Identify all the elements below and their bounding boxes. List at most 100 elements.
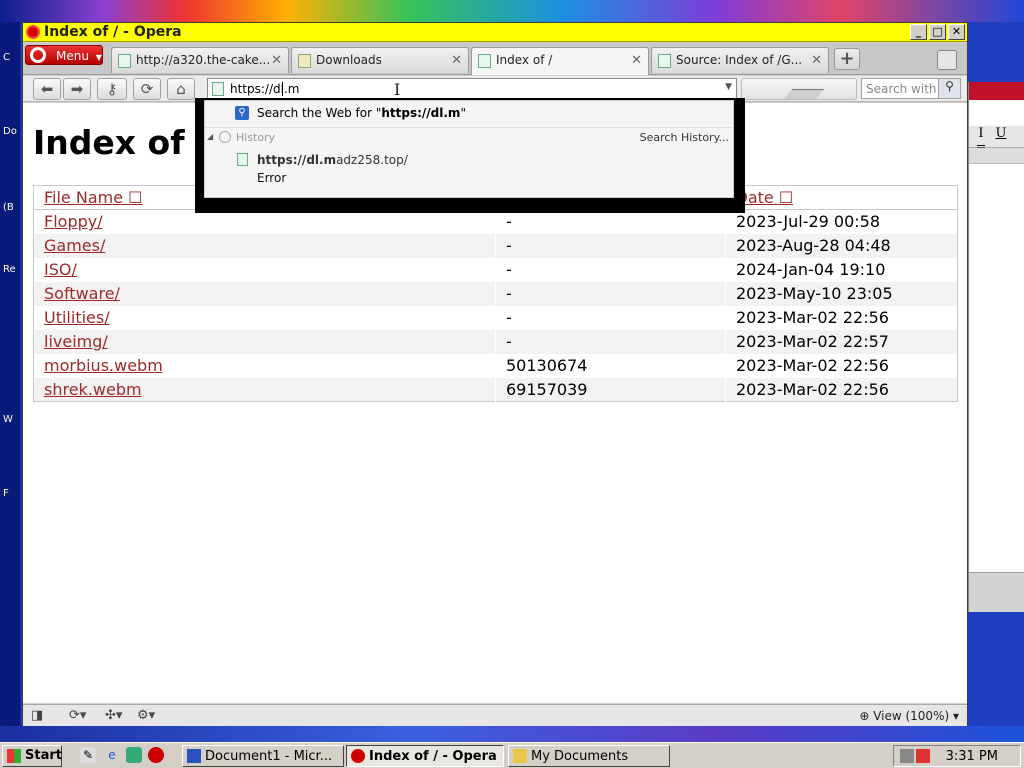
tab-index-of[interactable]: Index of / ✕ [471, 47, 649, 75]
desktop-icon-label[interactable]: Re [3, 264, 16, 275]
tab-source[interactable]: Source: Index of /G... ✕ [651, 47, 829, 73]
file-link[interactable]: Software/ [44, 284, 120, 303]
close-tab-icon[interactable]: ✕ [451, 53, 462, 68]
tab-downloads[interactable]: Downloads ✕ [291, 47, 469, 73]
clock-icon [219, 131, 231, 143]
opera-menu-button[interactable]: Menu ▼ [25, 45, 103, 65]
desktop-icon-label[interactable]: Do [3, 126, 17, 137]
opera-logo-icon [30, 47, 46, 63]
file-link[interactable]: liveimg/ [44, 332, 108, 351]
new-tab-button[interactable]: + [834, 48, 860, 70]
file-link[interactable]: Utilities/ [44, 308, 110, 327]
file-size-cell: - [506, 260, 512, 279]
file-link[interactable]: shrek.webm [44, 380, 142, 399]
background-status-area [969, 572, 1024, 612]
file-link[interactable]: Floppy/ [44, 212, 103, 231]
file-link[interactable]: morbius.webm [44, 356, 163, 375]
close-button[interactable]: ✕ [948, 24, 965, 40]
desktop-icon-label[interactable]: F [3, 488, 9, 499]
clock[interactable]: 3:31 PM [946, 749, 998, 764]
ibeam-cursor-icon: I [394, 80, 401, 99]
opera-quicklaunch-icon[interactable] [148, 747, 164, 763]
sync-icon[interactable]: ⟳▾ [69, 708, 86, 723]
file-size-cell: - [495, 233, 726, 258]
file-date-cell: 2023-May-10 23:05 [725, 281, 958, 306]
file-date-cell: 2023-Aug-28 04:48 [725, 233, 958, 258]
network-icon[interactable] [900, 749, 914, 763]
search-input[interactable]: Search with ⚲ [861, 78, 961, 99]
minimize-button[interactable]: _ [910, 24, 927, 40]
close-tab-icon[interactable]: ✕ [631, 53, 642, 68]
reload-button[interactable]: ⟳ [133, 78, 161, 100]
status-bar: ◨ ⟳▾ ✣▾ ⚙▾ ⊕ View (100%) ▾ [23, 704, 967, 726]
underline-button[interactable]: U [993, 126, 1009, 141]
opera-tray-icon[interactable] [916, 749, 930, 763]
media-icon[interactable] [126, 747, 142, 763]
page-icon [118, 54, 131, 68]
file-date-cell: 2023-Mar-02 22:56 [725, 305, 958, 330]
word-icon [187, 749, 201, 763]
file-size-cell: - [506, 308, 512, 327]
file-name-cell: liveimg/ [33, 329, 496, 354]
speed-dial-button[interactable] [741, 78, 857, 100]
task-my-documents[interactable]: My Documents [508, 745, 670, 767]
tab-label: Downloads [316, 53, 382, 67]
tab-a320[interactable]: http://a320.the-cake... ✕ [111, 47, 289, 73]
column-header-date[interactable]: Date ☐ [725, 185, 958, 210]
file-name-cell: Utilities/ [33, 305, 496, 330]
windows-logo-icon [7, 749, 21, 763]
page-icon [237, 153, 248, 166]
text-caret [282, 82, 283, 96]
tab-label: Source: Index of /G... [676, 53, 803, 67]
background-ruler [969, 148, 1024, 164]
file-name-cell: Games/ [33, 233, 496, 258]
close-tab-icon[interactable]: ✕ [271, 53, 282, 68]
history-label: History [236, 131, 276, 144]
search-history-link[interactable]: Search History... [640, 131, 729, 144]
titlebar[interactable]: Index of / - Opera _ □ ✕ [23, 23, 967, 42]
italic-button[interactable]: I [973, 126, 989, 141]
chevron-down-icon[interactable]: ▼ [725, 82, 732, 92]
file-link[interactable]: ISO/ [44, 260, 77, 279]
panel-toggle-icon[interactable]: ◨ [31, 708, 43, 723]
history-section-header[interactable]: ◢ History Search History... [205, 127, 733, 147]
show-desktop-icon[interactable]: ✎ [80, 747, 96, 763]
file-link[interactable]: Games/ [44, 236, 105, 255]
close-tab-icon[interactable]: ✕ [811, 53, 822, 68]
trash-icon[interactable] [937, 50, 957, 70]
search-icon: ⚲ [235, 106, 249, 120]
search-placeholder: Search with [866, 82, 937, 96]
start-button[interactable]: Start [2, 745, 62, 767]
tab-bar: Menu ▼ http://a320.the-cake... ✕ Downloa… [23, 43, 967, 75]
file-size-cell: 50130674 [506, 356, 588, 375]
key-icon[interactable]: ⚷ [97, 78, 127, 100]
sort-by-name-link[interactable]: File Name ☐ [44, 188, 143, 207]
search-web-suggestion[interactable]: ⚲ Search the Web for "https://dl.m" [205, 101, 733, 125]
table-row: liveimg/ -2023-Mar-02 22:57 [33, 329, 958, 354]
desktop-icon-label[interactable]: C [3, 52, 10, 63]
search-icon[interactable]: ⚲ [938, 79, 960, 98]
forward-button[interactable]: ➡ [63, 78, 91, 100]
internet-explorer-icon[interactable]: e [104, 747, 120, 763]
table-row: shrek.webm 69157039 2023-Mar-02 22:56 [33, 377, 958, 402]
file-listing-table: File Name ☐ Date ☐ Floppy/-2023-Jul-29 0… [33, 185, 958, 402]
zoom-control[interactable]: ⊕ View (100%) ▾ [859, 709, 959, 723]
table-row: ISO/ - 2024-Jan-04 19:10 [33, 257, 958, 282]
folder-icon [513, 749, 527, 763]
task-opera[interactable]: Index of / - Opera [346, 745, 504, 767]
page-icon [478, 54, 491, 68]
desktop-icon-label[interactable]: (B [3, 202, 14, 213]
maximize-button[interactable]: □ [929, 24, 946, 40]
home-button[interactable]: ⌂ [167, 78, 195, 100]
address-input[interactable]: https://dl.m [230, 82, 299, 96]
address-bar[interactable]: https://dl.m ▼ [207, 78, 737, 100]
file-size-cell: - [495, 281, 726, 306]
desktop-icon-label[interactable]: W [3, 414, 13, 425]
turbo-icon[interactable]: ✣▾ [105, 708, 122, 723]
collapse-triangle-icon[interactable]: ◢ [207, 132, 213, 141]
desktop-bottom-strip [0, 726, 1024, 742]
task-document1[interactable]: Document1 - Micr... [182, 745, 344, 767]
back-button[interactable]: ⬅ [33, 78, 61, 100]
settings-icon[interactable]: ⚙▾ [137, 708, 155, 723]
history-suggestion[interactable]: https://dl.madz258.top/ Error [205, 149, 733, 189]
